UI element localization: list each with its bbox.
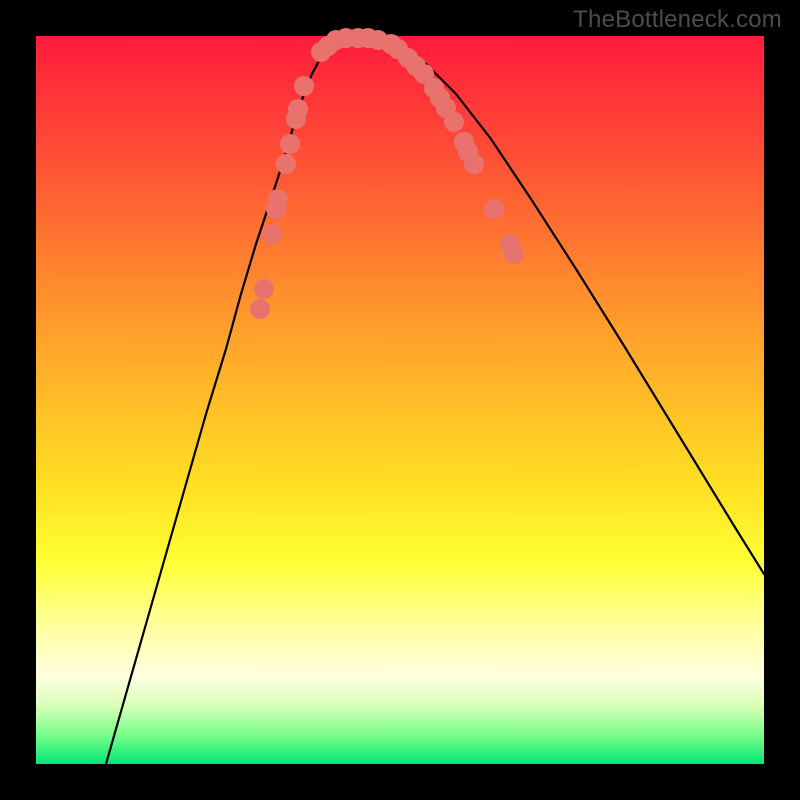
data-marker — [268, 189, 288, 209]
data-marker — [254, 279, 274, 299]
data-marker — [294, 76, 314, 96]
data-marker — [280, 134, 300, 154]
chart-frame: TheBottleneck.com — [0, 0, 800, 800]
data-marker — [444, 112, 464, 132]
data-marker — [484, 199, 504, 219]
data-marker — [262, 224, 282, 244]
data-markers — [250, 28, 524, 319]
chart-svg — [36, 36, 764, 764]
data-marker — [288, 99, 308, 119]
v-curve — [106, 36, 764, 764]
data-marker — [250, 299, 270, 319]
data-marker — [276, 154, 296, 174]
data-marker — [504, 244, 524, 264]
watermark-text: TheBottleneck.com — [573, 6, 782, 34]
data-marker — [464, 154, 484, 174]
plot-area — [36, 36, 764, 764]
